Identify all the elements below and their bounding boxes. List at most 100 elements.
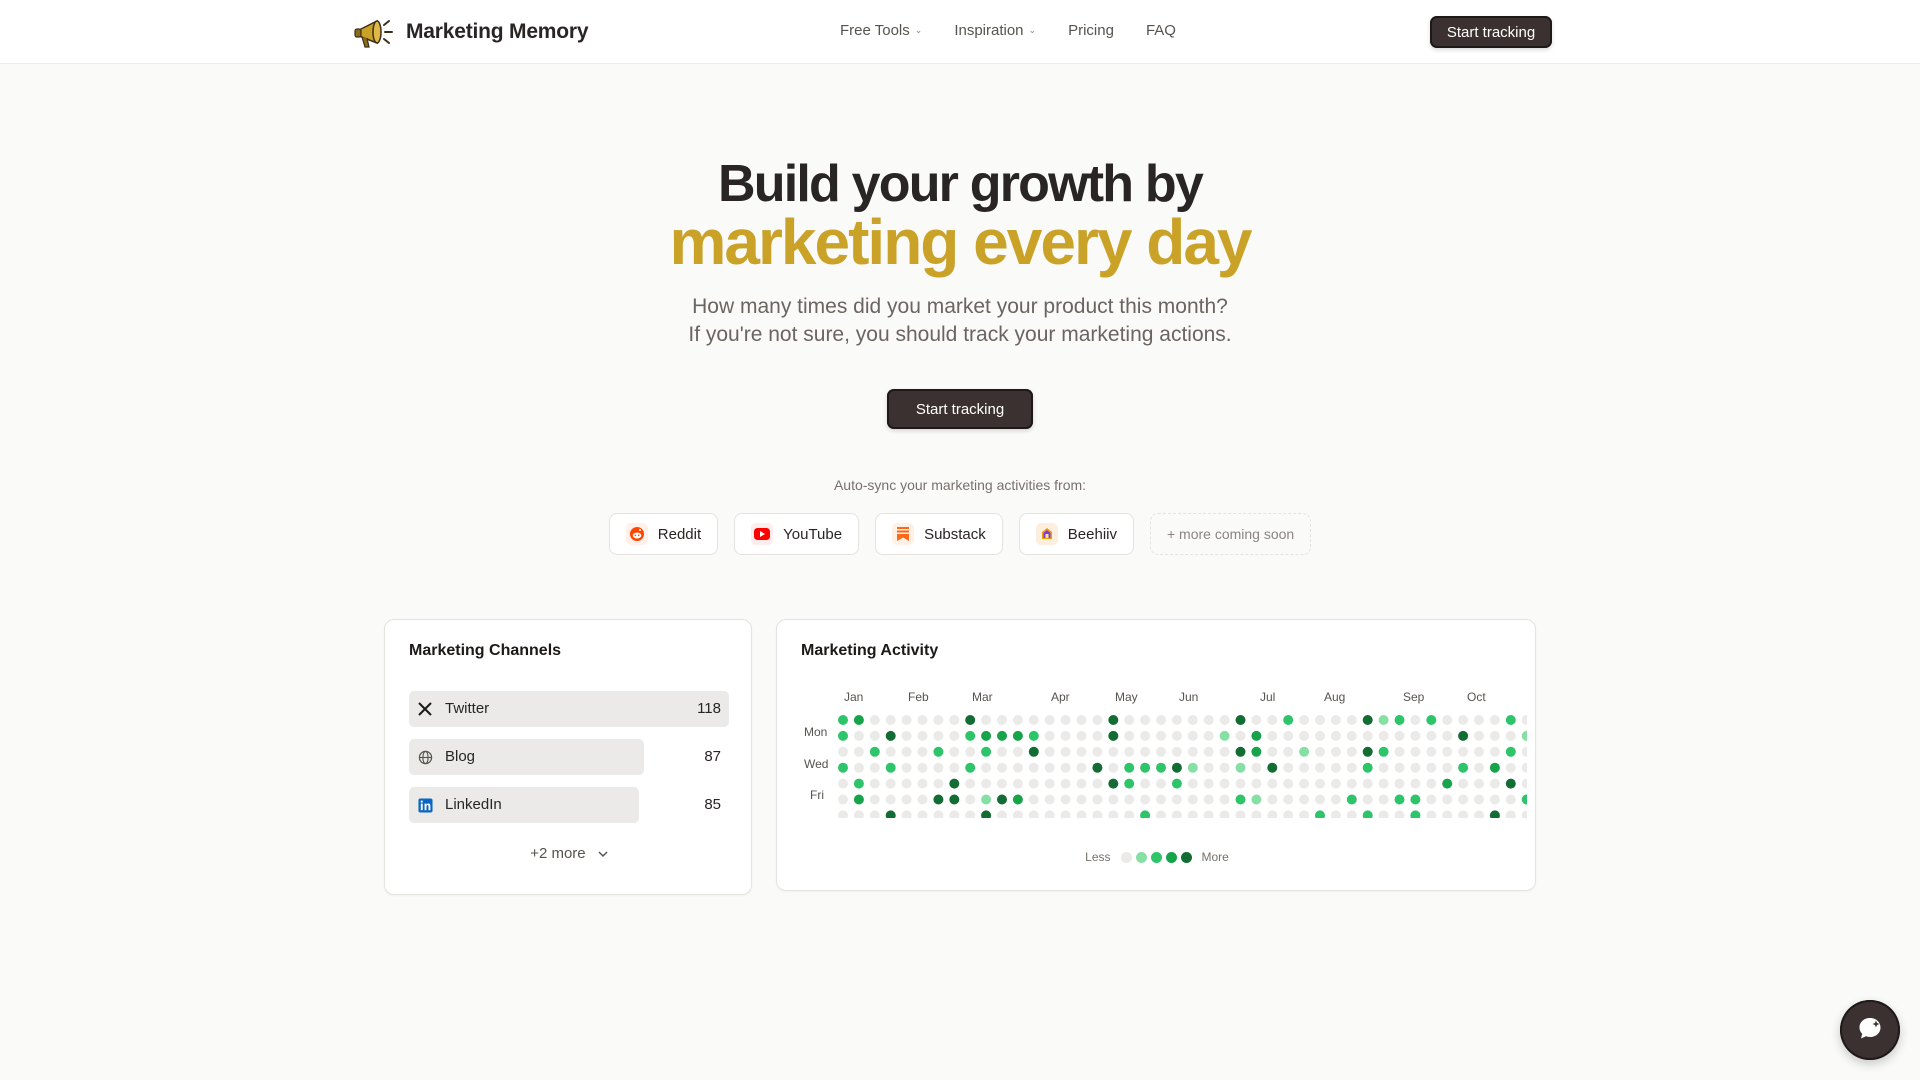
- nav-pricing[interactable]: Pricing: [1068, 22, 1114, 39]
- activity-cell: [869, 794, 880, 805]
- activity-cell: [933, 746, 944, 757]
- activity-cell: [1076, 715, 1087, 725]
- activity-cell: [1219, 762, 1230, 773]
- channel-row-blog[interactable]: Blog 87: [409, 739, 729, 775]
- activity-cell: [1426, 746, 1437, 757]
- activity-cell: [965, 778, 976, 789]
- activity-cell: [981, 794, 992, 805]
- activity-cell: [1012, 715, 1023, 725]
- activity-cell: [917, 810, 928, 818]
- activity-cell: [1251, 778, 1262, 789]
- activity-cell: [1203, 762, 1214, 773]
- activity-cell: [1394, 778, 1405, 789]
- activity-cell: [1442, 730, 1453, 741]
- activity-cell: [1378, 810, 1389, 818]
- activity-cell: [838, 778, 848, 789]
- activity-cell: [1187, 715, 1198, 725]
- source-reddit[interactable]: Reddit: [608, 513, 719, 555]
- activity-cell: [1251, 762, 1262, 773]
- activity-cell: [949, 778, 960, 789]
- show-more-channels-button[interactable]: +2 more: [385, 845, 753, 862]
- activity-cell: [1315, 794, 1325, 805]
- activity-cell: [1378, 778, 1389, 789]
- chat-support-button[interactable]: [1840, 1000, 1900, 1060]
- activity-cell: [1521, 810, 1527, 818]
- activity-cell: [997, 746, 1007, 757]
- sync-sources: Reddit YouTube Substack Beehiiv + more c…: [0, 513, 1920, 555]
- activity-cell: [853, 715, 864, 725]
- activity-cell: [1060, 746, 1071, 757]
- brand-logo[interactable]: Marketing Memory: [352, 12, 589, 52]
- activity-cell: [1235, 794, 1246, 805]
- legend-level-0: [1120, 851, 1132, 863]
- activity-cell: [1171, 746, 1182, 757]
- activity-cell: [1521, 794, 1527, 805]
- activity-cell: [1362, 715, 1373, 725]
- autosync-label: Auto-sync your marketing activities from…: [833, 477, 1087, 493]
- activity-cell: [981, 778, 992, 789]
- activity-cell: [1028, 730, 1039, 741]
- legend-level-3: [1165, 851, 1177, 863]
- activity-cell: [917, 715, 928, 725]
- nav-faq[interactable]: FAQ: [1146, 22, 1176, 39]
- activity-cell: [1521, 715, 1527, 725]
- start-tracking-header-button[interactable]: Start tracking: [1430, 16, 1552, 48]
- activity-cell: [1124, 730, 1135, 741]
- month-label: May: [1115, 690, 1138, 704]
- activity-cell: [1489, 715, 1500, 725]
- activity-cell: [1378, 746, 1389, 757]
- activity-cell: [853, 778, 864, 789]
- activity-cell: [1283, 778, 1294, 789]
- activity-cell: [1315, 730, 1325, 741]
- activity-cell: [1012, 762, 1023, 773]
- activity-cell: [1394, 730, 1405, 741]
- source-youtube[interactable]: YouTube: [734, 513, 860, 555]
- activity-cell: [997, 778, 1007, 789]
- activity-cell: [885, 715, 896, 725]
- activity-cell: [1442, 746, 1453, 757]
- activity-cell: [1346, 715, 1357, 725]
- activity-cell: [933, 715, 944, 725]
- site-header: Marketing Memory Free Tools ⌄ Inspiratio…: [0, 0, 1920, 64]
- nav-inspiration[interactable]: Inspiration ⌄: [954, 22, 1036, 39]
- channel-row-linkedin[interactable]: LinkedIn 85: [409, 787, 729, 823]
- activity-cell: [1219, 730, 1230, 741]
- month-labels: Jan Feb Mar Apr May Jun Jul Aug Sep Oct: [777, 690, 1537, 706]
- month-label: Jun: [1179, 690, 1199, 704]
- activity-cell: [1076, 794, 1087, 805]
- activity-cell: [1028, 746, 1039, 757]
- activity-cell: [949, 730, 960, 741]
- activity-cell: [1060, 778, 1071, 789]
- activity-cell: [1028, 810, 1039, 818]
- activity-cell: [1346, 810, 1357, 818]
- activity-cell: [1044, 746, 1055, 757]
- activity-cell: [1474, 810, 1484, 818]
- month-label: Sep: [1403, 690, 1425, 704]
- source-beehiiv[interactable]: Beehiiv: [1018, 513, 1134, 555]
- activity-cell: [1394, 810, 1405, 818]
- activity-cell: [1140, 746, 1151, 757]
- activity-cell: [1140, 762, 1151, 773]
- activity-cell: [1362, 762, 1373, 773]
- activity-cell: [1394, 746, 1405, 757]
- activity-cell: [1330, 730, 1341, 741]
- activity-cell: [1060, 715, 1071, 725]
- activity-cell: [1140, 715, 1151, 725]
- brand-name: Marketing Memory: [406, 20, 589, 43]
- source-substack[interactable]: Substack: [875, 513, 1003, 555]
- activity-cell: [838, 794, 848, 805]
- nav-free-tools[interactable]: Free Tools ⌄: [840, 22, 922, 39]
- activity-cell: [1028, 778, 1039, 789]
- activity-cell: [1251, 746, 1262, 757]
- activity-cell: [1458, 715, 1469, 725]
- activity-cell: [1156, 794, 1166, 805]
- activity-cell: [1140, 794, 1151, 805]
- megaphone-icon: [352, 12, 398, 52]
- globe-icon: [417, 749, 433, 765]
- channel-row-twitter[interactable]: Twitter 118: [409, 691, 729, 727]
- activity-cell: [1108, 715, 1119, 725]
- activity-cell: [1076, 746, 1087, 757]
- activity-cell: [1028, 794, 1039, 805]
- hero-title-line2: marketing every day: [669, 206, 1253, 278]
- start-tracking-hero-button[interactable]: Start tracking: [887, 389, 1033, 429]
